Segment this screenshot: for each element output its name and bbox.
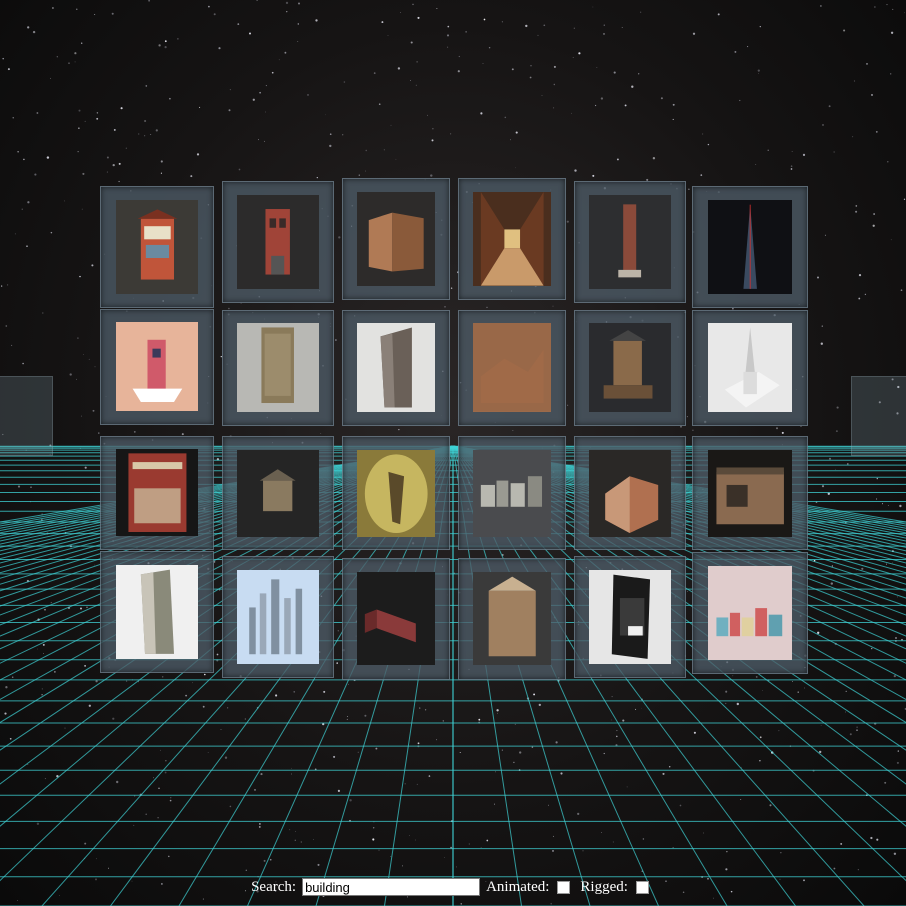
model-tile[interactable] [458, 309, 566, 426]
model-tile[interactable] [100, 551, 214, 674]
model-tile[interactable] [100, 435, 214, 550]
model-thumbnail [472, 449, 552, 538]
model-thumbnail [356, 449, 436, 538]
model-thumbnail [707, 449, 793, 538]
model-tile[interactable] [100, 186, 214, 308]
model-tile[interactable] [342, 178, 450, 300]
animated-label: Animated: [486, 878, 550, 895]
rigged-checkbox[interactable] [635, 880, 649, 894]
vr-scene[interactable] [0, 0, 906, 906]
model-thumbnail [356, 323, 436, 413]
model-thumbnail [707, 200, 793, 294]
search-label: Search: [251, 878, 297, 895]
model-tile[interactable] [574, 181, 686, 304]
model-tile[interactable] [458, 436, 566, 551]
model-tile[interactable] [100, 308, 214, 425]
model-tile[interactable] [458, 178, 566, 300]
model-thumbnail [237, 195, 319, 289]
model-tile[interactable] [574, 309, 686, 426]
model-tile[interactable] [342, 309, 450, 426]
model-tile[interactable] [222, 436, 334, 551]
model-gallery [0, 0, 906, 906]
model-thumbnail [589, 195, 671, 289]
search-input[interactable] [302, 878, 481, 896]
model-tile[interactable] [458, 557, 566, 680]
animated-checkbox[interactable] [557, 880, 571, 894]
model-thumbnail [115, 565, 199, 659]
model-tile[interactable] [692, 436, 808, 551]
model-tile[interactable] [222, 181, 334, 304]
model-thumbnail [115, 200, 199, 294]
model-thumbnail [356, 571, 436, 666]
model-tile[interactable] [342, 436, 450, 551]
model-tile[interactable] [222, 556, 334, 678]
model-thumbnail [589, 570, 671, 664]
model-thumbnail [472, 192, 552, 286]
model-thumbnail [472, 571, 552, 666]
model-thumbnail [115, 322, 199, 412]
model-tile[interactable] [574, 556, 686, 678]
model-thumbnail [237, 449, 319, 538]
model-thumbnail [472, 323, 552, 413]
model-thumbnail [589, 449, 671, 538]
model-tile[interactable] [342, 557, 450, 680]
model-thumbnail [707, 566, 793, 660]
search-controls: Search: Animated: Rigged: [0, 876, 906, 898]
model-tile[interactable] [574, 436, 686, 551]
rigged-label: Rigged: [580, 878, 628, 895]
model-thumbnail [237, 323, 319, 413]
model-tile[interactable] [692, 309, 808, 426]
model-thumbnail [237, 570, 319, 664]
model-tile[interactable] [692, 186, 808, 308]
model-thumbnail [589, 323, 671, 413]
model-thumbnail [707, 323, 793, 413]
model-thumbnail [115, 448, 199, 537]
model-thumbnail [356, 192, 436, 286]
model-tile[interactable] [692, 552, 808, 674]
model-tile[interactable] [222, 309, 334, 426]
